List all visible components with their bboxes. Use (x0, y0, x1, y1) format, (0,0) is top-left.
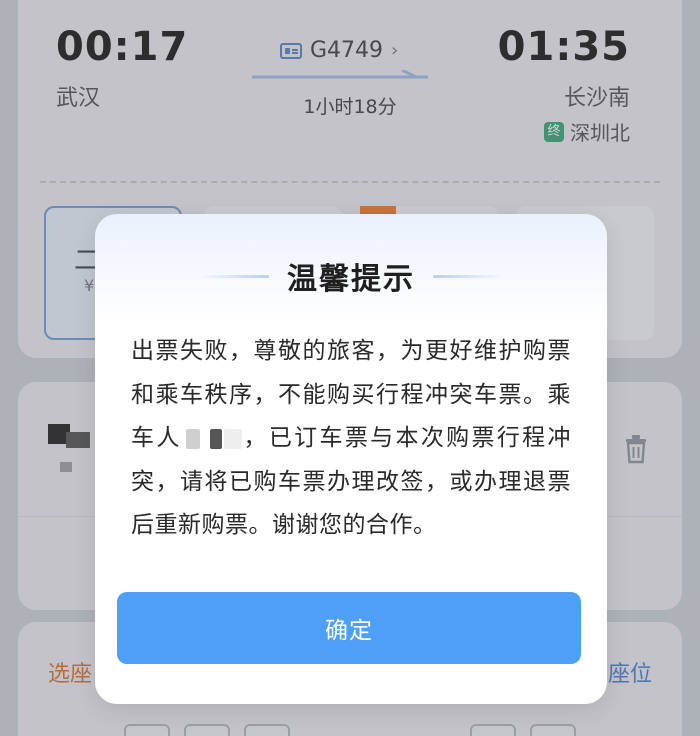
title-decoration (433, 274, 503, 278)
screen: 00:17 武汉 G4749 › 1小时18分 01:35 长沙南 终 深圳北 … (0, 0, 700, 736)
confirm-button[interactable]: 确定 (117, 592, 581, 664)
redacted-passenger-name (223, 428, 242, 449)
alert-dialog: 温馨提示 出票失败，尊敬的旅客，为更好维护购票和乘车秩序，不能购买行程冲突车票。… (95, 214, 607, 704)
dialog-title: 温馨提示 (287, 262, 415, 297)
redacted-passenger-name (185, 428, 200, 449)
title-decoration (199, 274, 269, 278)
redacted-passenger-name (209, 428, 222, 449)
dialog-message: 出票失败，尊敬的旅客，为更好维护购票和乘车秩序，不能购买行程冲突车票。乘车人 ，已… (131, 330, 571, 548)
dialog-title-row: 温馨提示 (95, 254, 607, 298)
